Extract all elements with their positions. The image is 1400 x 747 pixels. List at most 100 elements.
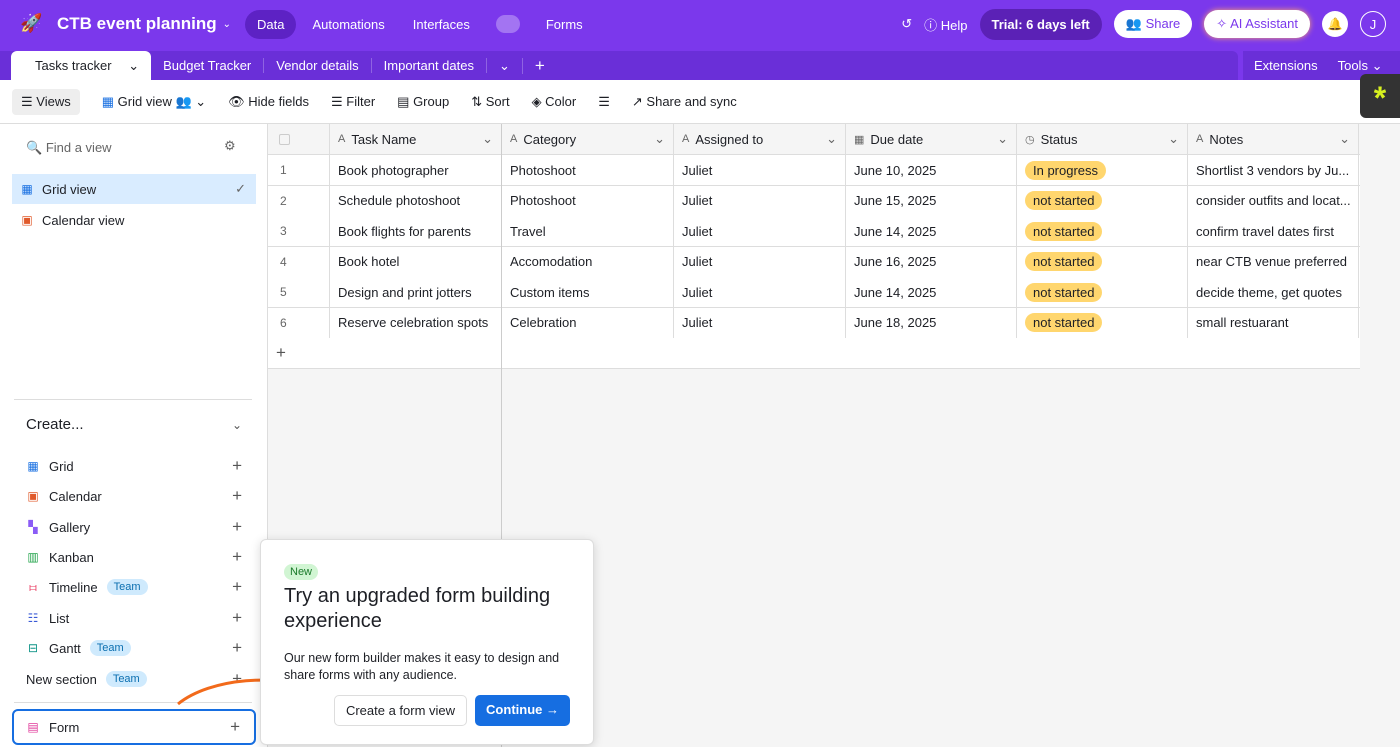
- create-kanban[interactable]: ▥ Kanban +: [26, 547, 242, 567]
- share-sync-button[interactable]: ↗ Share and sync: [632, 94, 737, 110]
- column-header[interactable]: ◷ Status ⌄: [1017, 124, 1188, 154]
- cell[interactable]: Juliet: [674, 216, 846, 246]
- table-row[interactable]: 3 Book flights for parents Travel Juliet Jun…: [268, 216, 1360, 247]
- cell[interactable]: Book hotel: [330, 246, 502, 277]
- table-row[interactable]: 6 Reserve celebration spots Celebration Jul…: [268, 307, 1360, 339]
- column-header[interactable]: A Category ⌄: [502, 124, 674, 154]
- cell[interactable]: Shortlist 3 vendors by Ju...: [1188, 155, 1359, 185]
- cell[interactable]: 5: [268, 277, 330, 307]
- cell[interactable]: 4: [268, 246, 330, 277]
- nav-data[interactable]: Data: [245, 9, 297, 39]
- cell[interactable]: Photoshoot: [502, 155, 674, 185]
- trial-badge[interactable]: Trial: 6 days left: [979, 8, 1102, 40]
- chevron-down-icon[interactable]: ⌄: [223, 19, 231, 30]
- cell[interactable]: Juliet: [674, 307, 846, 338]
- create-gallery[interactable]: ▚ Gallery +: [26, 517, 242, 537]
- cell[interactable]: June 15, 2025: [846, 185, 1017, 216]
- nav-automations[interactable]: Automations: [300, 10, 396, 39]
- column-header[interactable]: A Task Name ⌄: [330, 124, 502, 154]
- cell[interactable]: confirm travel dates first: [1188, 216, 1359, 246]
- base-title[interactable]: CTB event planning: [57, 14, 217, 34]
- status-cell[interactable]: not started: [1017, 246, 1188, 277]
- sort-button[interactable]: ⇅ Sort: [471, 94, 509, 110]
- help-button[interactable]: ⓘ Help: [924, 15, 967, 34]
- cell[interactable]: Custom items: [502, 277, 674, 307]
- tab-budget-tracker[interactable]: Budget Tracker: [151, 58, 265, 73]
- cell[interactable]: near CTB venue preferred: [1188, 246, 1359, 277]
- history-icon[interactable]: ↺: [901, 16, 912, 32]
- tab-important-dates[interactable]: Important dates: [372, 58, 487, 73]
- status-cell[interactable]: not started: [1017, 216, 1188, 246]
- rocket-icon[interactable]: 🚀: [20, 13, 42, 35]
- cell[interactable]: June 16, 2025: [846, 246, 1017, 277]
- tab-tasks-tracker[interactable]: Tasks tracker ⌄: [11, 51, 152, 80]
- chevron-down-icon[interactable]: ⌄: [1168, 131, 1179, 147]
- cell[interactable]: consider outfits and locat...: [1188, 185, 1359, 216]
- cell[interactable]: June 10, 2025: [846, 155, 1017, 185]
- group-button[interactable]: ▤ Group: [397, 94, 449, 110]
- cell[interactable]: June 14, 2025: [846, 277, 1017, 307]
- grid-view-switcher[interactable]: ▦ Grid view 👥 ⌄: [102, 94, 206, 110]
- create-section-header[interactable]: Create... ⌄: [26, 416, 242, 433]
- status-cell[interactable]: not started: [1017, 185, 1188, 216]
- add-row[interactable]: +: [268, 338, 1360, 369]
- cell[interactable]: small restuarant: [1188, 307, 1359, 338]
- add-table-icon[interactable]: +: [523, 56, 557, 76]
- hide-fields-button[interactable]: 👁 Hide fields: [228, 94, 309, 110]
- bell-icon[interactable]: 🔔: [1322, 11, 1348, 37]
- table-row[interactable]: 5 Design and print jotters Custom items Jul…: [268, 277, 1360, 308]
- plus-icon[interactable]: +: [268, 338, 502, 368]
- cell[interactable]: Accomodation: [502, 246, 674, 277]
- row-height-icon[interactable]: ☰: [598, 94, 610, 110]
- cell[interactable]: Design and print jotters: [330, 277, 502, 307]
- extensions-button[interactable]: Extensions: [1254, 58, 1318, 73]
- create-timeline[interactable]: ⧦ Timeline Team +: [26, 577, 242, 597]
- cell[interactable]: Juliet: [674, 185, 846, 216]
- color-button[interactable]: ◈ Color: [532, 94, 577, 110]
- table-row[interactable]: 2 Schedule photoshoot Photoshoot Juliet June…: [268, 185, 1360, 217]
- chevron-down-icon[interactable]: ⌄: [654, 131, 665, 147]
- chevron-down-icon[interactable]: ⌄: [1339, 131, 1350, 147]
- chevron-down-icon[interactable]: ⌄: [997, 131, 1008, 147]
- tab-vendor-details[interactable]: Vendor details: [264, 58, 372, 73]
- cell[interactable]: Book flights for parents: [330, 216, 502, 246]
- cell[interactable]: Juliet: [674, 246, 846, 277]
- create-gantt[interactable]: ⊟ Gantt Team +: [26, 638, 242, 658]
- cell[interactable]: Juliet: [674, 155, 846, 185]
- tools-button[interactable]: Tools ⌄: [1338, 58, 1383, 74]
- avatar[interactable]: J: [1360, 11, 1386, 37]
- create-form[interactable]: ▤ Form +: [12, 709, 256, 745]
- cell[interactable]: June 14, 2025: [846, 216, 1017, 246]
- table-row[interactable]: 4 Book hotel Accomodation Juliet June 16, 20…: [268, 246, 1360, 278]
- status-cell[interactable]: not started: [1017, 277, 1188, 307]
- chevron-down-icon[interactable]: ⌄: [487, 57, 523, 74]
- nav-interfaces[interactable]: Interfaces: [401, 10, 482, 39]
- cell[interactable]: 2: [268, 185, 330, 216]
- gear-icon[interactable]: ⚙: [224, 138, 236, 154]
- view-grid[interactable]: ▦ Grid view ✓: [12, 174, 256, 204]
- column-header[interactable]: A Notes ⌄: [1188, 124, 1359, 154]
- asterisk-logo-icon[interactable]: *: [1360, 74, 1400, 118]
- select-all-checkbox[interactable]: [279, 133, 290, 145]
- cell[interactable]: 1: [268, 155, 330, 185]
- cell[interactable]: 6: [268, 307, 330, 338]
- cell[interactable]: June 18, 2025: [846, 307, 1017, 338]
- cell[interactable]: decide theme, get quotes: [1188, 277, 1359, 307]
- create-list[interactable]: ☷ List +: [26, 608, 242, 628]
- cell[interactable]: Travel: [502, 216, 674, 246]
- cell[interactable]: Photoshoot: [502, 185, 674, 216]
- cell[interactable]: 3: [268, 216, 330, 246]
- cell[interactable]: Juliet: [674, 277, 846, 307]
- cell[interactable]: Schedule photoshoot: [330, 185, 502, 216]
- views-button[interactable]: ☰ Views: [12, 88, 80, 115]
- chevron-down-icon[interactable]: ⌄: [826, 131, 837, 147]
- share-button[interactable]: 👥 Share: [1113, 10, 1193, 38]
- table-row[interactable]: 1 Book photographer Photoshoot Juliet June 1…: [268, 155, 1360, 186]
- create-calendar[interactable]: ▣ Calendar +: [26, 486, 242, 506]
- chevron-down-icon[interactable]: ⌄: [482, 131, 493, 147]
- status-cell[interactable]: In progress: [1017, 155, 1188, 185]
- create-form-view-button[interactable]: Create a form view: [333, 695, 468, 726]
- cell[interactable]: Reserve celebration spots: [330, 307, 502, 338]
- status-cell[interactable]: not started: [1017, 307, 1188, 338]
- create-grid[interactable]: ▦ Grid +: [26, 456, 242, 476]
